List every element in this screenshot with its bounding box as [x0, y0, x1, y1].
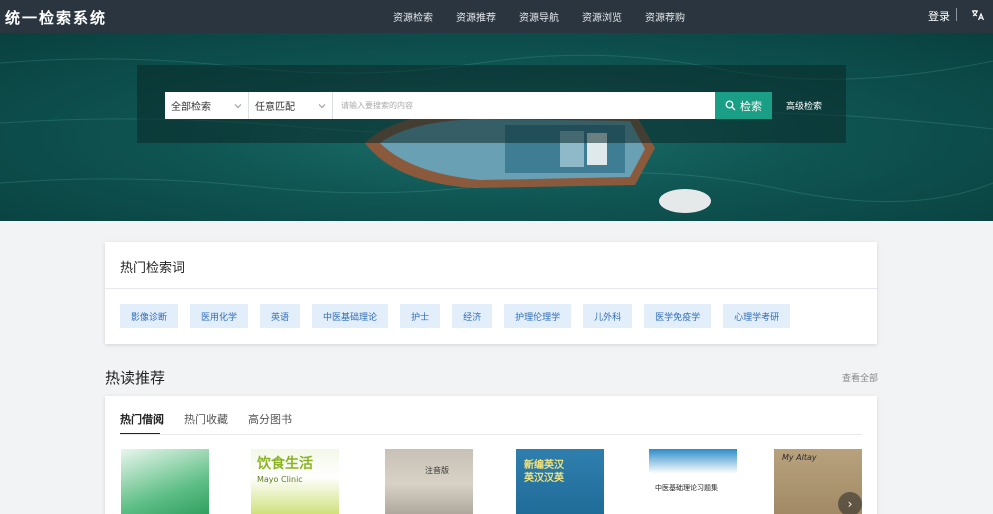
book-title: 饮食生活 [257, 456, 313, 472]
search-icon [725, 100, 736, 111]
hot-terms-title: 热门检索词 [120, 261, 186, 276]
hot-terms-list: 影像诊断 医用化学 英语 中医基础理论 护士 经济 护理伦理学 儿外科 医学免疫… [120, 304, 802, 328]
top-navbar: 统一检索系统 资源检索 资源推荐 资源导航 资源浏览 资源荐购 登录 [0, 0, 993, 33]
hot-term-tag[interactable]: 儿外科 [583, 304, 633, 328]
hot-term-tag[interactable]: 护理伦理学 [504, 304, 572, 328]
book-subtitle: Mayo Clinic [257, 475, 303, 484]
book-title: 注音版 [425, 466, 449, 475]
advanced-search-link[interactable]: 高级检索 [786, 99, 822, 112]
nav-resource-guide[interactable]: 资源导航 [519, 9, 559, 24]
book-title: 新编英汉英汉汉英 [524, 460, 564, 484]
hot-term-tag[interactable]: 影像诊断 [120, 304, 179, 328]
book-cover[interactable] [121, 449, 209, 514]
book-title: 中医基础理论习题集 [655, 484, 718, 492]
divider [105, 288, 877, 289]
search-scope-select[interactable]: 全部检索 [165, 92, 249, 119]
brand-title[interactable]: 统一检索系统 [5, 7, 107, 28]
search-input[interactable] [333, 92, 715, 119]
main-nav: 资源检索 资源推荐 资源导航 资源浏览 资源荐购 [393, 0, 708, 33]
chevron-down-icon [318, 103, 326, 108]
book-cover[interactable]: 中医基础理论习题集 [649, 449, 737, 514]
translate-icon[interactable] [970, 7, 986, 23]
hot-term-tag[interactable]: 中医基础理论 [312, 304, 389, 328]
chevron-right-icon: › [847, 497, 853, 511]
book-title: My Altay [782, 453, 817, 462]
nav-resource-recommend[interactable]: 资源推荐 [456, 9, 496, 24]
login-link[interactable]: 登录 [928, 8, 950, 24]
hot-term-tag[interactable]: 医用化学 [190, 304, 249, 328]
see-all-link[interactable]: 查看全部 [842, 371, 878, 384]
search-scope-value: 全部检索 [171, 102, 211, 113]
hot-term-tag[interactable]: 经济 [452, 304, 493, 328]
search-button[interactable]: 检索 [715, 92, 772, 119]
book-cover[interactable]: 饮食生活 Mayo Clinic [251, 449, 339, 514]
hot-term-tag[interactable]: 护士 [400, 304, 441, 328]
hot-term-tag[interactable]: 心理学考研 [723, 304, 791, 328]
book-cover[interactable]: 注音版 [385, 449, 473, 514]
hot-term-tag[interactable]: 英语 [260, 304, 301, 328]
tab-hot-collect[interactable]: 热门收藏 [184, 411, 228, 435]
search-bar: 全部检索 任意匹配 检索 [165, 92, 772, 119]
search-panel: 全部检索 任意匹配 检索 高级检索 [137, 65, 846, 143]
hot-term-tag[interactable]: 医学免疫学 [644, 304, 712, 328]
chevron-down-icon [234, 103, 242, 108]
recommend-card: 热门借阅 热门收藏 高分图书 饮食生活 Mayo Clinic 注音版 新编英汉… [105, 396, 877, 514]
hero-banner: 全部检索 任意匹配 检索 高级检索 [0, 33, 993, 221]
search-match-value: 任意匹配 [255, 102, 295, 113]
hot-terms-card: 热门检索词 影像诊断 医用化学 英语 中医基础理论 护士 经济 护理伦理学 儿外… [105, 242, 877, 344]
tab-top-rated[interactable]: 高分图书 [248, 411, 292, 435]
carousel-next-button[interactable]: › [838, 492, 862, 514]
recommend-tabs: 热门借阅 热门收藏 高分图书 [120, 411, 312, 435]
nav-resource-purchase[interactable]: 资源荐购 [645, 9, 685, 24]
nav-divider [956, 8, 957, 21]
nav-resource-browse[interactable]: 资源浏览 [582, 9, 622, 24]
tab-divider [120, 434, 862, 435]
nav-resource-search[interactable]: 资源检索 [393, 9, 433, 24]
search-button-label: 检索 [740, 99, 762, 113]
book-cover[interactable]: 新编英汉英汉汉英 [516, 449, 604, 514]
tab-hot-borrow[interactable]: 热门借阅 [120, 411, 164, 435]
recommend-title: 热读推荐 [105, 369, 166, 387]
search-match-select[interactable]: 任意匹配 [249, 92, 333, 119]
